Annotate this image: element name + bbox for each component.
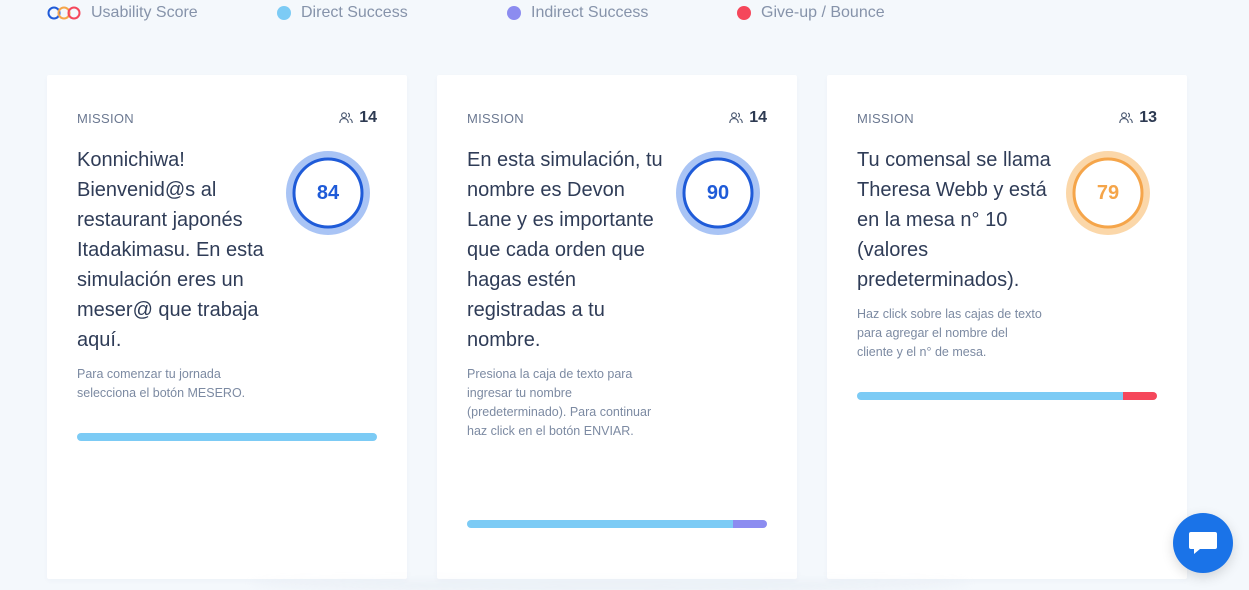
mission-card[interactable]: MISSION 14 Konnichiwa! Bienvenid@s al re… xyxy=(47,75,407,579)
legend-usability: Usability Score xyxy=(47,4,277,22)
chat-icon xyxy=(1189,532,1217,554)
legend-indirect: Indirect Success xyxy=(507,4,737,22)
result-bar xyxy=(77,433,377,441)
chat-button[interactable] xyxy=(1173,513,1233,573)
users-icon xyxy=(1119,112,1133,124)
mission-body: Konnichiwa! Bienvenid@s al restaurant ja… xyxy=(77,145,273,403)
mission-label: MISSION xyxy=(77,110,134,126)
usability-score-value: 79 xyxy=(1096,181,1120,204)
participant-count-value: 13 xyxy=(1139,109,1157,126)
legend-usability-label: Usability Score xyxy=(91,4,198,21)
card-header: MISSION 14 xyxy=(77,109,377,127)
users-icon xyxy=(729,112,743,124)
mission-description: Presiona la caja de texto para ingresar … xyxy=(467,367,652,438)
legend-bounce-label: Give-up / Bounce xyxy=(761,4,885,21)
usability-score-gauge: 79 xyxy=(1066,151,1150,235)
usability-score-gauge: 84 xyxy=(286,151,370,235)
mission-card[interactable]: MISSION 13 Tu comensal se llama Theresa … xyxy=(827,75,1187,579)
bounce-segment xyxy=(1122,392,1157,400)
usability-score-value: 84 xyxy=(316,181,340,204)
usability-score-icon xyxy=(47,6,81,20)
mission-title: Konnichiwa! Bienvenid@s al restaurant ja… xyxy=(77,149,264,351)
result-bar xyxy=(857,392,1157,400)
legend-direct: Direct Success xyxy=(277,4,507,22)
users-icon xyxy=(339,112,353,124)
direct-success-segment xyxy=(467,520,733,528)
mission-label: MISSION xyxy=(857,110,914,126)
participant-count: 14 xyxy=(729,109,767,127)
mission-body: Tu comensal se llama Theresa Webb y está… xyxy=(857,145,1053,362)
usability-score-gauge: 90 xyxy=(676,151,760,235)
bounce-dot-icon xyxy=(737,6,751,20)
direct-success-segment xyxy=(857,392,1123,400)
mission-title: Tu comensal se llama Theresa Webb y está… xyxy=(857,149,1051,291)
direct-dot-icon xyxy=(277,6,291,20)
direct-success-segment xyxy=(77,433,377,441)
card-header: MISSION 14 xyxy=(467,109,767,127)
legend-bounce: Give-up / Bounce xyxy=(737,4,885,22)
participant-count: 13 xyxy=(1119,109,1157,127)
mission-card[interactable]: MISSION 14 En esta simulación, tu nombre… xyxy=(437,75,797,579)
participant-count-value: 14 xyxy=(359,109,377,126)
legend-direct-label: Direct Success xyxy=(301,4,408,21)
legend: Usability Score Direct Success Indirect … xyxy=(47,2,885,24)
legend-indirect-label: Indirect Success xyxy=(531,4,649,21)
mission-description: Haz click sobre las cajas de texto para … xyxy=(857,307,1042,359)
usability-score-value: 90 xyxy=(706,181,730,204)
mission-cards: MISSION 14 Konnichiwa! Bienvenid@s al re… xyxy=(47,75,1187,579)
mission-title: En esta simulación, tu nombre es Devon L… xyxy=(467,149,663,351)
card-header: MISSION 13 xyxy=(857,109,1157,127)
mission-label: MISSION xyxy=(467,110,524,126)
participant-count-value: 14 xyxy=(749,109,767,126)
indirect-dot-icon xyxy=(507,6,521,20)
participant-count: 14 xyxy=(339,109,377,127)
indirect-success-segment xyxy=(732,520,767,528)
footer-shadow xyxy=(250,578,970,590)
result-bar xyxy=(467,520,767,528)
mission-body: En esta simulación, tu nombre es Devon L… xyxy=(467,145,663,441)
mission-description: Para comenzar tu jornada selecciona el b… xyxy=(77,367,246,400)
